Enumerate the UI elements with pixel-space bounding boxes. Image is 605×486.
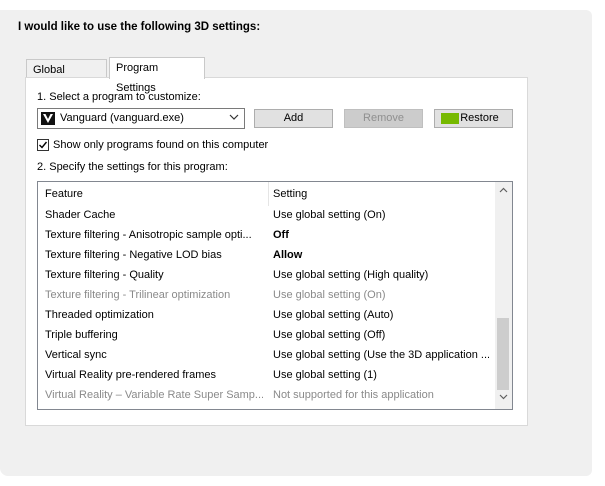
settings-table[interactable]: Feature Setting Shader Cache Use global … xyxy=(37,181,513,410)
feature-cell: Triple buffering xyxy=(45,329,118,341)
table-row[interactable]: Vertical sync Use global setting (Use th… xyxy=(38,346,496,366)
table-row[interactable]: Virtual Reality – Variable Rate Super Sa… xyxy=(38,386,496,406)
show-only-checkbox-label[interactable]: Show only programs found on this compute… xyxy=(53,139,268,151)
scroll-down-icon[interactable] xyxy=(495,390,512,407)
chevron-down-icon xyxy=(229,112,239,125)
restore-button-label: Restore xyxy=(460,112,499,124)
add-button[interactable]: Add xyxy=(254,109,333,128)
program-select[interactable]: Vanguard (vanguard.exe) xyxy=(37,108,245,129)
page-title: I would like to use the following 3D set… xyxy=(18,21,261,33)
table-row[interactable]: Virtual Reality pre-rendered frames Use … xyxy=(38,366,496,386)
feature-cell: Texture filtering - Anisotropic sample o… xyxy=(45,229,252,241)
feature-cell: Virtual Reality pre-rendered frames xyxy=(45,369,216,381)
vertical-scrollbar[interactable] xyxy=(495,182,512,409)
setting-cell: Use global setting (On) xyxy=(273,289,386,301)
setting-cell: Use global setting (Off) xyxy=(273,329,386,341)
scrollbar-thumb[interactable] xyxy=(497,318,509,390)
feature-cell: Texture filtering - Quality xyxy=(45,269,164,281)
show-only-checkbox[interactable] xyxy=(37,139,49,151)
setting-cell: Use global setting (1) xyxy=(273,369,377,381)
table-header: Feature Setting xyxy=(38,182,496,206)
feature-cell: Texture filtering - Negative LOD bias xyxy=(45,249,222,261)
setting-cell: Off xyxy=(273,229,289,241)
column-divider[interactable] xyxy=(268,182,269,206)
feature-cell: Virtual Reality – Variable Rate Super Sa… xyxy=(45,389,263,401)
tab-global-settings[interactable]: Global Settings xyxy=(26,59,107,96)
setting-cell: Use global setting (Auto) xyxy=(273,309,394,321)
remove-button[interactable]: Remove xyxy=(344,109,423,128)
nvidia-logo-icon xyxy=(441,113,459,124)
table-row[interactable]: Texture filtering - Negative LOD bias Al… xyxy=(38,246,496,266)
feature-cell: Texture filtering - Trilinear optimizati… xyxy=(45,289,231,301)
feature-cell: Shader Cache xyxy=(45,209,116,221)
feature-cell: Threaded optimization xyxy=(45,309,154,321)
program-select-value: Vanguard (vanguard.exe) xyxy=(60,112,184,124)
scroll-up-icon[interactable] xyxy=(495,184,512,201)
setting-cell: Use global setting (Use the 3D applicati… xyxy=(273,349,489,361)
feature-cell: Vertical sync xyxy=(45,349,107,361)
check-icon xyxy=(39,141,48,149)
setting-cell: Allow xyxy=(273,249,303,261)
setting-cell: Use global setting (On) xyxy=(273,209,386,221)
tab-program-settings[interactable]: Program Settings xyxy=(109,57,205,94)
vanguard-app-icon xyxy=(41,112,55,125)
step2-label: 2. Specify the settings for this program… xyxy=(37,161,228,173)
table-row[interactable]: Texture filtering - Trilinear optimizati… xyxy=(38,286,496,306)
table-row[interactable]: Shader Cache Use global setting (On) xyxy=(38,206,496,226)
table-row[interactable]: Texture filtering - Quality Use global s… xyxy=(38,266,496,286)
table-row[interactable]: Threaded optimization Use global setting… xyxy=(38,306,496,326)
restore-button[interactable]: Restore xyxy=(434,109,513,128)
setting-cell: Not supported for this application xyxy=(273,389,434,401)
table-row[interactable]: Triple buffering Use global setting (Off… xyxy=(38,326,496,346)
column-header-setting[interactable]: Setting xyxy=(273,188,307,200)
column-header-feature[interactable]: Feature xyxy=(45,188,83,200)
setting-cell: Use global setting (High quality) xyxy=(273,269,429,281)
table-row[interactable]: Texture filtering - Anisotropic sample o… xyxy=(38,226,496,246)
